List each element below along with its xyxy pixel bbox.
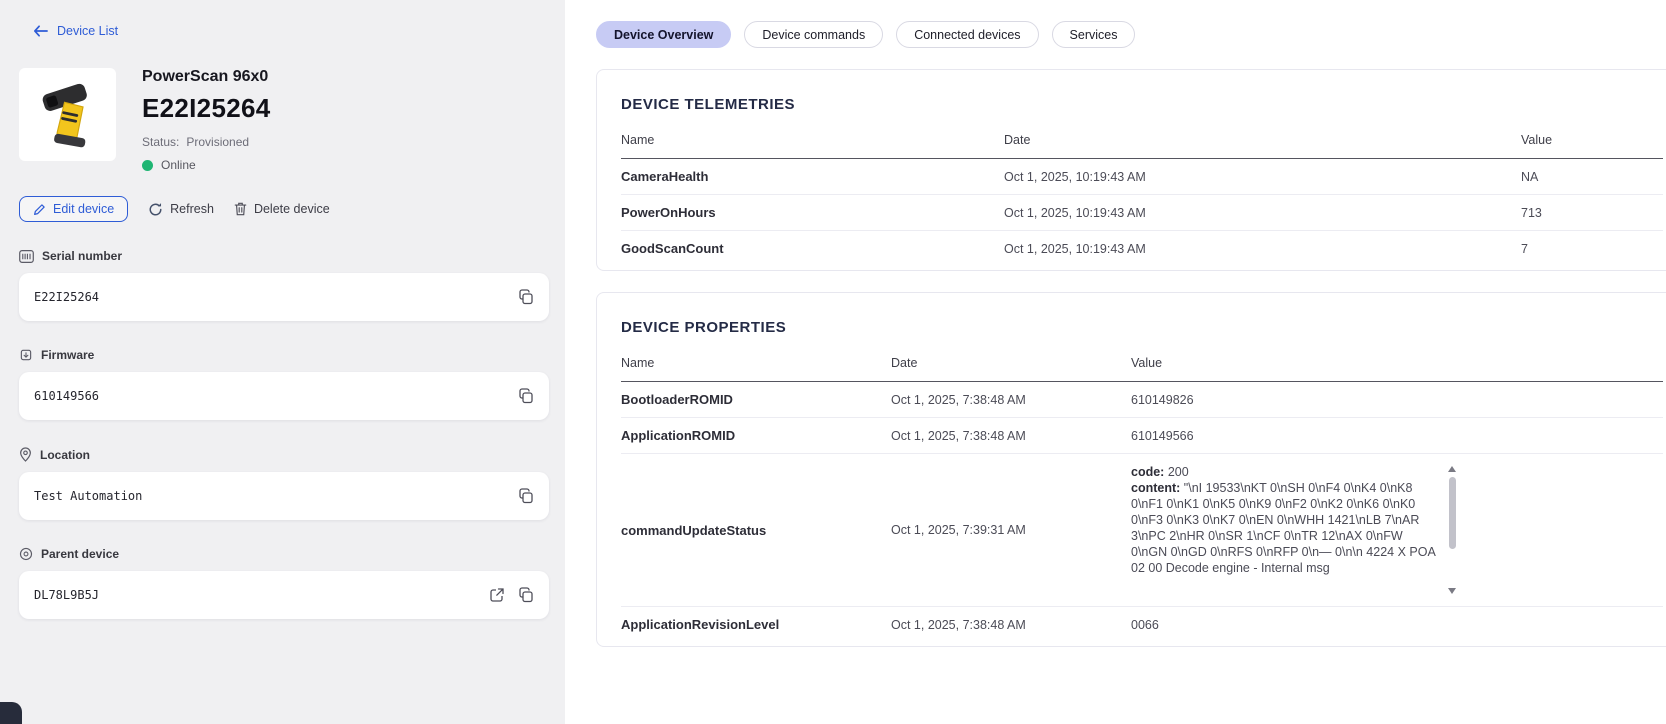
- table-row-command-update-status: commandUpdateStatus Oct 1, 2025, 7:39:31…: [621, 454, 1663, 607]
- properties-title: DEVICE PROPERTIES: [621, 319, 787, 336]
- copy-icon[interactable]: [518, 289, 534, 305]
- telemetries-title: DEVICE TELEMETRIES: [621, 96, 796, 113]
- location-value: Test Automation: [34, 489, 143, 503]
- properties-table: Name Date Value BootloaderROMID Oct 1, 2…: [621, 356, 1663, 642]
- back-to-device-list-link[interactable]: Device List: [33, 24, 118, 38]
- device-tabs: Device Overview Device commands Connecte…: [596, 21, 1666, 48]
- pencil-icon: [33, 203, 46, 216]
- online-label: Online: [161, 158, 196, 172]
- command-status-value[interactable]: code: 200 content: "\nI 19533\nKT 0\nSH …: [1131, 464, 1443, 596]
- device-model: PowerScan 96x0: [142, 68, 269, 85]
- column-date: Date: [891, 356, 918, 370]
- barcode-icon: [19, 249, 34, 263]
- tab-connected-devices[interactable]: Connected devices: [896, 21, 1039, 48]
- table-row: ApplicationRevisionLevel Oct 1, 2025, 7:…: [621, 617, 1159, 632]
- parent-device-value: DL78L9B5J: [34, 588, 100, 602]
- column-value: Value: [1521, 133, 1553, 147]
- firmware-icon: [19, 348, 33, 362]
- status-value: Provisioned: [186, 135, 250, 149]
- tab-device-overview[interactable]: Device Overview: [596, 21, 732, 48]
- table-header: Name Date Value: [621, 133, 1663, 159]
- telemetries-table: Name Date Value CameraHealth Oct 1, 2025…: [621, 133, 1663, 266]
- device-overview-main: Device Overview Device commands Connecte…: [565, 0, 1666, 724]
- back-link-label: Device List: [57, 24, 119, 38]
- field-serial-number: Serial number E22I25264: [19, 249, 549, 321]
- device-actions: Edit device Refresh Delete device: [19, 196, 549, 222]
- firmware-card: 610149566: [19, 372, 549, 420]
- field-firmware: Firmware 610149566: [19, 348, 549, 420]
- help-widget[interactable]: [0, 702, 22, 724]
- copy-icon[interactable]: [518, 388, 534, 404]
- column-date: Date: [1004, 133, 1031, 147]
- edit-device-button[interactable]: Edit device: [19, 196, 129, 222]
- table-row: BootloaderROMID Oct 1, 2025, 7:38:48 AM …: [621, 382, 1663, 418]
- status-label: Status:: [142, 135, 180, 149]
- field-parent-device: Parent device DL78L9B5J: [19, 547, 549, 619]
- parent-device-icon: [19, 547, 33, 561]
- refresh-icon: [148, 202, 163, 217]
- table-header: Name Date Value: [621, 356, 1663, 382]
- command-status-value-wrap: code: 200 content: "\nI 19533\nKT 0\nSH …: [1131, 464, 1461, 596]
- table-row: ApplicationROMID Oct 1, 2025, 7:38:48 AM…: [621, 418, 1663, 454]
- delete-device-button[interactable]: Delete device: [234, 202, 330, 216]
- device-image: [19, 68, 116, 161]
- scrollbar-thumb[interactable]: [1448, 477, 1456, 549]
- online-indicator: Online: [142, 158, 271, 172]
- table-row: GoodScanCount Oct 1, 2025, 10:19:43 AM 7: [621, 241, 1528, 256]
- field-label-text: Location: [40, 447, 90, 462]
- device-telemetries-card: DEVICE TELEMETRIES Name Date Value Camer…: [596, 69, 1666, 271]
- barcode-scanner-illustration: [42, 83, 87, 147]
- device-detail-sidebar: Device List PowerScan 96x0 E22I25264 Sta…: [0, 0, 565, 724]
- arrow-left-icon: [33, 25, 48, 37]
- parent-device-card: DL78L9B5J: [19, 571, 549, 619]
- tab-device-commands[interactable]: Device commands: [744, 21, 884, 48]
- edit-device-label: Edit device: [53, 202, 115, 216]
- copy-icon[interactable]: [518, 488, 534, 504]
- field-label-text: Parent device: [41, 547, 120, 561]
- tab-services[interactable]: Services: [1051, 21, 1136, 48]
- device-header: PowerScan 96x0 E22I25264 Status: Provisi…: [19, 68, 549, 172]
- refresh-button[interactable]: Refresh: [148, 202, 214, 217]
- serial-number-card: E22I25264: [19, 273, 549, 321]
- value-scrollbar[interactable]: [1447, 464, 1457, 596]
- location-card: Test Automation: [19, 472, 549, 520]
- firmware-value: 610149566: [34, 389, 100, 403]
- field-label-text: Firmware: [41, 348, 95, 362]
- column-name: Name: [621, 133, 655, 147]
- device-id: E22I25264: [142, 93, 271, 123]
- device-status: Status: Provisioned: [142, 135, 271, 149]
- external-link-icon[interactable]: [489, 587, 505, 603]
- scroll-up-arrow-icon[interactable]: [1448, 466, 1456, 472]
- delete-device-label: Delete device: [253, 202, 330, 216]
- refresh-label: Refresh: [170, 202, 214, 216]
- field-location: Location Test Automation: [19, 447, 549, 520]
- device-meta: PowerScan 96x0 E22I25264 Status: Provisi…: [142, 68, 271, 172]
- device-properties-card: DEVICE PROPERTIES Name Date Value Bootlo…: [596, 292, 1666, 647]
- column-name: Name: [621, 356, 655, 370]
- serial-number-value: E22I25264: [34, 290, 100, 304]
- table-row: PowerOnHours Oct 1, 2025, 10:19:43 AM 71…: [621, 195, 1663, 231]
- online-dot-icon: [142, 159, 153, 171]
- copy-icon[interactable]: [518, 587, 534, 603]
- trash-icon: [234, 202, 247, 216]
- column-value: Value: [1131, 356, 1163, 370]
- location-pin-icon: [19, 447, 32, 462]
- scroll-down-arrow-icon[interactable]: [1448, 588, 1456, 594]
- table-row: CameraHealth Oct 1, 2025, 10:19:43 AM NA: [621, 159, 1663, 195]
- field-label-text: Serial number: [42, 249, 123, 263]
